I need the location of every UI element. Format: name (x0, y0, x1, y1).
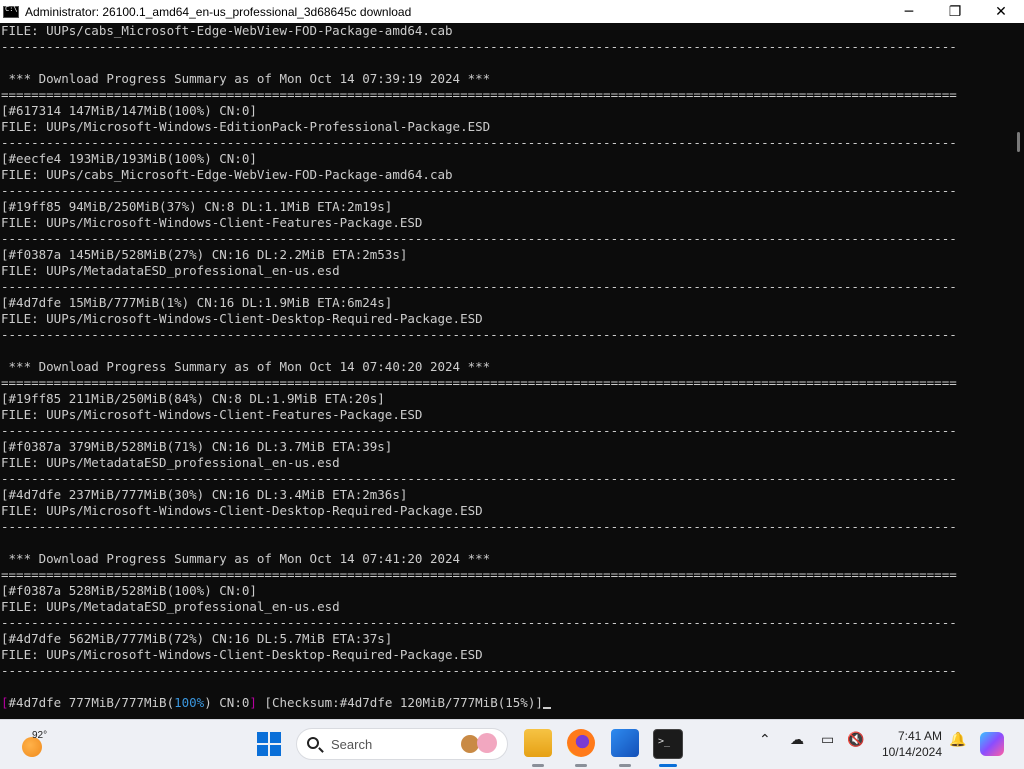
active-indicator (659, 764, 677, 767)
console-line: ----------------------------------------… (1, 183, 957, 198)
file-explorer-icon[interactable] (524, 729, 552, 757)
console-line: FILE: UUPs/Microsoft-Windows-Client-Feat… (1, 407, 423, 422)
search-highlight-icon (461, 733, 501, 755)
console-line: *** Download Progress Summary as of Mon … (1, 551, 491, 566)
cupcake-icon (477, 733, 497, 753)
snipping-tool-icon[interactable] (611, 729, 639, 757)
console-scrollbar[interactable] (1012, 23, 1024, 719)
running-indicator (575, 764, 587, 767)
console-line: [#19ff85 211MiB/250MiB(84%) CN:8 DL:1.9M… (1, 391, 385, 406)
console-line: ----------------------------------------… (1, 39, 957, 54)
console-line: [#f0387a 145MiB/528MiB(27%) CN:16 DL:2.2… (1, 247, 408, 262)
console-line: FILE: UUPs/Microsoft-Windows-Client-Desk… (1, 503, 483, 518)
console-line: [#19ff85 94MiB/250MiB(37%) CN:8 DL:1.1Mi… (1, 199, 393, 214)
clock-date: 10/14/2024 (881, 745, 942, 759)
notification-bell-icon[interactable]: 🔔 (949, 732, 966, 748)
command-prompt-icon (3, 5, 19, 18)
console-line: ----------------------------------------… (1, 615, 957, 630)
console-line: FILE: UUPs/Microsoft-Windows-Client-Desk… (1, 647, 483, 662)
scrollbar-thumb[interactable] (1017, 132, 1020, 152)
status-connections: ) CN:0 (204, 695, 250, 710)
taskbar-clock[interactable]: 7:41 AM 10/14/2024 (866, 728, 942, 760)
console-line: [#4d7dfe 237MiB/777MiB(30%) CN:16 DL:3.4… (1, 487, 408, 502)
running-indicator (532, 764, 544, 767)
network-icon[interactable]: ▭ (821, 732, 834, 748)
console-line: [#4d7dfe 562MiB/777MiB(72%) CN:16 DL:5.7… (1, 631, 393, 646)
status-close-bracket: ] (249, 695, 257, 710)
console-line: ----------------------------------------… (1, 135, 957, 150)
temperature: 92° (32, 730, 48, 741)
start-button[interactable] (257, 732, 281, 756)
console-line: [#617314 147MiB/147MiB(100%) CN:0] (1, 103, 257, 118)
chevron-up-icon[interactable]: ⌃ (759, 732, 771, 748)
title-bar: Administrator: 26100.1_amd64_en-us_profe… (0, 0, 1024, 23)
console-line: *** Download Progress Summary as of Mon … (1, 71, 491, 86)
clock-time: 7:41 AM (897, 729, 942, 743)
console-line: ----------------------------------------… (1, 327, 957, 342)
console-line: FILE: UUPs/Microsoft-Windows-EditionPack… (1, 119, 491, 134)
console-line: ----------------------------------------… (1, 231, 957, 246)
console-line: FILE: UUPs/MetadataESD_professional_en-u… (1, 455, 340, 470)
windows-logo-tile (270, 745, 281, 756)
windows-logo-tile (257, 732, 268, 743)
firefox-icon[interactable] (567, 729, 595, 757)
console-line: ----------------------------------------… (1, 279, 957, 294)
windows-logo-tile (257, 745, 268, 756)
status-progress: #4d7dfe 777MiB/777MiB( (8, 695, 175, 710)
console-line: ========================================… (1, 87, 957, 102)
console-line: FILE: UUPs/MetadataESD_professional_en-u… (1, 599, 340, 614)
console-line: [#4d7dfe 15MiB/777MiB(1%) CN:16 DL:1.9Mi… (1, 295, 393, 310)
search-placeholder: Search (331, 737, 373, 752)
console-output[interactable]: FILE: UUPs/cabs_Microsoft-Edge-WebView-F… (0, 23, 1012, 719)
maximize-button[interactable]: ❐ (932, 0, 978, 23)
taskbar-search-box[interactable]: Search (296, 728, 508, 760)
taskbar: 92° Search ⌃ ☁ ▭ 🔇 7:41 AM 10/14/2024 🔔 (0, 719, 1024, 769)
status-percent: 100% (174, 695, 205, 710)
windows-logo-tile (270, 732, 281, 743)
console-line: ========================================… (1, 567, 957, 582)
console-status-line: [#4d7dfe 777MiB/777MiB(100%) CN:0] [Chec… (0, 695, 1012, 711)
console-line: FILE: UUPs/MetadataESD_professional_en-u… (1, 263, 340, 278)
console-line: ----------------------------------------… (1, 519, 957, 534)
running-indicator (619, 764, 631, 767)
cloud-off-icon[interactable]: ☁ (790, 732, 804, 748)
console-line: FILE: UUPs/cabs_Microsoft-Edge-WebView-F… (1, 23, 453, 38)
status-checksum: [Checksum:#4d7dfe 120MiB/777MiB(15%)] (256, 695, 543, 710)
volume-muted-icon[interactable]: 🔇 (847, 732, 864, 748)
copilot-icon[interactable] (980, 732, 1004, 756)
console-line: ----------------------------------------… (1, 471, 957, 486)
close-button[interactable]: ✕ (978, 0, 1024, 23)
search-icon (307, 737, 319, 749)
console-line: [#f0387a 528MiB/528MiB(100%) CN:0] (1, 583, 257, 598)
window-title: Administrator: 26100.1_amd64_en-us_profe… (25, 4, 412, 19)
window-controls: ─ ❐ ✕ (886, 0, 1024, 23)
console-line: FILE: UUPs/cabs_Microsoft-Edge-WebView-F… (1, 167, 453, 182)
console-line: [#eecfe4 193MiB/193MiB(100%) CN:0] (1, 151, 257, 166)
weather-widget[interactable]: 92° (18, 730, 58, 760)
console-line: [#f0387a 379MiB/528MiB(71%) CN:16 DL:3.7… (1, 439, 393, 454)
minimize-button[interactable]: ─ (886, 0, 932, 23)
console-line: FILE: UUPs/Microsoft-Windows-Client-Feat… (1, 215, 423, 230)
status-open-bracket: [ (1, 695, 9, 710)
console-line: FILE: UUPs/Microsoft-Windows-Client-Desk… (1, 311, 483, 326)
console-line: ----------------------------------------… (1, 663, 957, 678)
terminal-icon[interactable] (653, 729, 683, 759)
console-line: ========================================… (1, 375, 957, 390)
console-line: ----------------------------------------… (1, 423, 957, 438)
text-cursor (542, 707, 551, 709)
console-line: *** Download Progress Summary as of Mon … (1, 359, 491, 374)
